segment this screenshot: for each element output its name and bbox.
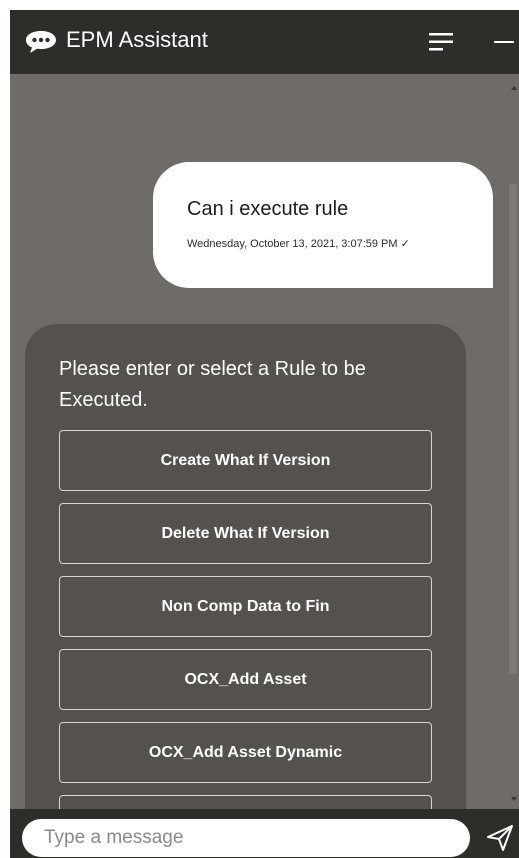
hamburger-menu-icon[interactable] bbox=[429, 32, 455, 52]
scroll-up-arrow-icon[interactable] bbox=[511, 86, 517, 90]
rule-option-button[interactable]: OCX_Add Asset bbox=[59, 649, 432, 710]
rule-option-button[interactable]: Non Comp Data to Fin bbox=[59, 576, 432, 637]
scrollbar-thumb[interactable] bbox=[509, 184, 517, 674]
bot-message-bubble: Please enter or select a Rule to be Exec… bbox=[25, 324, 466, 858]
bot-message-text: Please enter or select a Rule to be Exec… bbox=[59, 358, 366, 411]
rule-option-button[interactable]: Create What If Version bbox=[59, 430, 432, 491]
rule-option-button[interactable]: Delete What If Version bbox=[59, 503, 432, 564]
message-input[interactable] bbox=[22, 819, 470, 857]
rule-option-button[interactable]: OCX_Add Asset Dynamic bbox=[59, 722, 432, 783]
message-composer bbox=[10, 809, 519, 858]
conversation-area[interactable]: Can i execute rule Wednesday, October 13… bbox=[10, 74, 519, 858]
chat-window: EPM Assistant Can i execute rule Wednesd… bbox=[10, 10, 519, 858]
chat-bubble-icon bbox=[26, 31, 56, 53]
user-message-bubble: Can i execute rule Wednesday, October 13… bbox=[153, 162, 493, 288]
scroll-down-arrow-icon[interactable] bbox=[511, 797, 517, 801]
user-message-text: Can i execute rule bbox=[187, 198, 349, 220]
minimize-icon[interactable] bbox=[494, 34, 514, 48]
app-title: EPM Assistant bbox=[66, 27, 208, 52]
scrollbar[interactable] bbox=[507, 74, 519, 809]
message-timestamp: Wednesday, October 13, 2021, 3:07:59 PM … bbox=[187, 238, 410, 250]
chat-header: EPM Assistant bbox=[10, 10, 519, 74]
send-arrow-icon[interactable] bbox=[485, 823, 515, 853]
